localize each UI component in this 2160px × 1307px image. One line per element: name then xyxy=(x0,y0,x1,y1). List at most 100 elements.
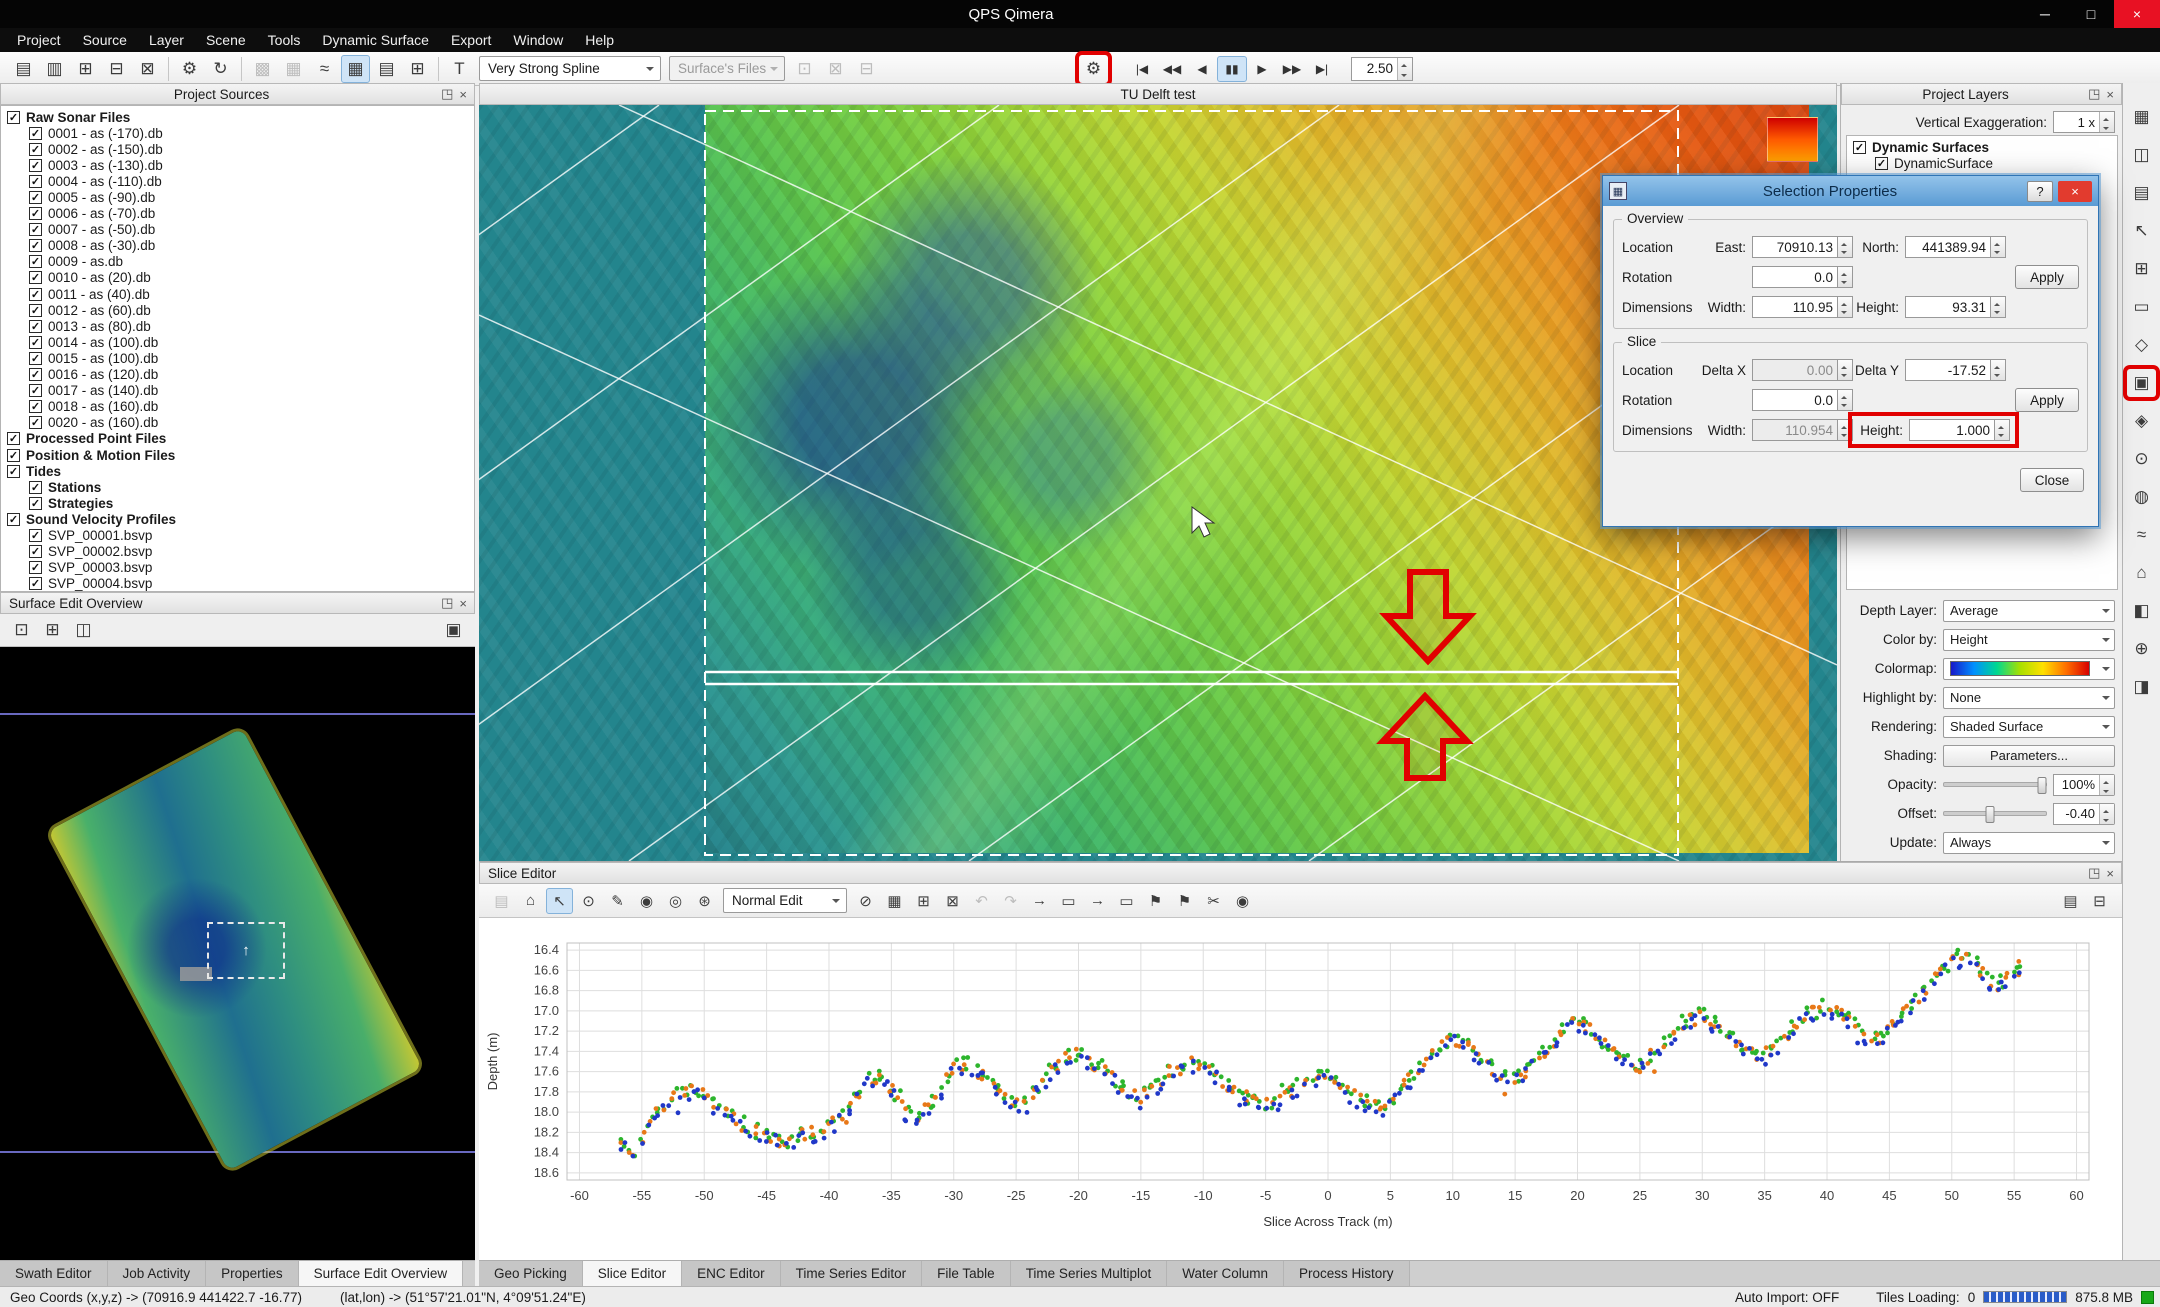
surface-edit-overview-viewport[interactable]: ↑ xyxy=(0,647,475,1260)
rectangle-select-icon[interactable]: ▭ xyxy=(2127,293,2156,321)
tree-item[interactable]: ✓SVP_00002.bsvp xyxy=(1,544,474,560)
grid-toggle-icon[interactable]: ⊞ xyxy=(38,616,67,644)
tree-item[interactable]: ✓0006 - as (-70).db xyxy=(1,206,474,222)
pick-area-icon[interactable]: ◎ xyxy=(662,888,689,914)
checkbox[interactable]: ✓ xyxy=(29,271,42,284)
shift-box-b-icon[interactable]: ▭ xyxy=(1113,888,1140,914)
tab-job-activity[interactable]: Job Activity xyxy=(108,1261,207,1286)
checkbox[interactable]: ✓ xyxy=(29,352,42,365)
parameters-button[interactable]: Parameters... xyxy=(1943,745,2115,767)
close-panel-icon[interactable]: × xyxy=(2103,87,2117,102)
spinner-arrows-icon[interactable] xyxy=(1838,236,1853,258)
checkbox[interactable]: ✓ xyxy=(7,449,20,462)
close-button[interactable]: × xyxy=(2114,0,2160,28)
slider-groove[interactable] xyxy=(1943,811,2047,816)
tree-item[interactable]: ✓0014 - as (100).db xyxy=(1,334,474,350)
slice-profile-chart[interactable]: -60-55-50-45-40-35-30-25-20-15-10-505101… xyxy=(479,918,2122,1261)
add-processed-icon[interactable]: ⊟ xyxy=(102,55,131,83)
selection-rectangle[interactable] xyxy=(705,111,1678,855)
float-panel-icon[interactable]: ◳ xyxy=(438,86,456,102)
checkbox[interactable]: ✓ xyxy=(29,384,42,397)
menu-scene[interactable]: Scene xyxy=(195,28,257,52)
update-dynamic-surface-tool-icon[interactable]: ⚙ xyxy=(1079,55,1108,83)
dialog-close-footer-button[interactable]: Close xyxy=(2020,468,2084,492)
import-data-icon[interactable]: ⊠ xyxy=(133,55,162,83)
east-field[interactable]: 70910.13 xyxy=(1752,236,1838,258)
checkbox[interactable]: ✓ xyxy=(29,223,42,236)
colormap-select[interactable] xyxy=(1943,658,2115,680)
reject-grid-icon[interactable]: ▦ xyxy=(881,888,908,914)
tree-item[interactable]: ✓0001 - as (-170).db xyxy=(1,125,474,141)
point-info-icon[interactable]: ⊙ xyxy=(2127,445,2156,473)
checkbox[interactable]: ✓ xyxy=(29,175,42,188)
add-tool-icon[interactable]: ⊕ xyxy=(2127,635,2156,663)
play-icon[interactable]: ▶ xyxy=(1247,56,1277,82)
annotation-tool-icon[interactable]: T xyxy=(445,55,474,83)
checkbox[interactable]: ✓ xyxy=(29,336,42,349)
tree-item[interactable]: ✓0020 - as (160).db xyxy=(1,415,474,431)
tab-time-series-editor[interactable]: Time Series Editor xyxy=(781,1261,923,1286)
fast-forward-icon[interactable]: ▶▶ xyxy=(1277,56,1307,82)
patch-tool-icon[interactable]: ◈ xyxy=(2127,407,2156,435)
spinner-arrows-icon[interactable] xyxy=(1838,296,1853,318)
tab-file-table[interactable]: File Table xyxy=(922,1261,1011,1286)
spinner-arrows-icon[interactable] xyxy=(1838,389,1853,411)
checkbox[interactable]: ✓ xyxy=(29,143,42,156)
help-button[interactable]: ? xyxy=(2027,181,2053,202)
tab-process-history[interactable]: Process History xyxy=(1284,1261,1410,1286)
menu-project[interactable]: Project xyxy=(6,28,72,52)
tree-item[interactable]: ✓DynamicSurface xyxy=(1847,155,2117,171)
tree-item[interactable]: ✓0015 - as (100).db xyxy=(1,350,474,366)
checkbox[interactable]: ✓ xyxy=(29,529,42,542)
tab-properties[interactable]: Properties xyxy=(206,1261,299,1286)
processing-settings-icon[interactable]: ⚙ xyxy=(175,55,204,83)
tab-enc-editor[interactable]: ENC Editor xyxy=(682,1261,781,1286)
edit-mode-select[interactable]: Normal Edit xyxy=(723,888,847,913)
select-mode-icon[interactable]: ↖ xyxy=(2127,217,2156,245)
north-field[interactable]: 441389.94 xyxy=(1905,236,1991,258)
dialog-titlebar[interactable]: ▦ Selection Properties ? × xyxy=(1603,176,2098,206)
surface-manager-icon[interactable]: ▤ xyxy=(372,55,401,83)
select-cursor-icon[interactable]: ↖ xyxy=(546,888,573,914)
pause-icon[interactable]: ▮▮ xyxy=(1217,56,1247,82)
checkbox[interactable]: ✓ xyxy=(29,416,42,429)
dialog-close-button[interactable]: × xyxy=(2058,181,2092,202)
tree-item[interactable]: ✓Dynamic Surfaces xyxy=(1847,139,2117,155)
float-panel-icon[interactable]: ◳ xyxy=(2085,86,2103,102)
settings-panel-icon[interactable]: ▣ xyxy=(439,616,468,644)
minimize-button[interactable]: ─ xyxy=(2022,0,2068,28)
tree-item[interactable]: ✓0012 - as (60).db xyxy=(1,302,474,318)
water-column-view-icon[interactable]: ≈ xyxy=(310,55,339,83)
float-panel-icon[interactable]: ◳ xyxy=(438,595,456,611)
tree-item[interactable]: ✓Processed Point Files xyxy=(1,431,474,447)
add-raw-sonar-icon[interactable]: ⊞ xyxy=(71,55,100,83)
spinner-arrows-icon[interactable] xyxy=(2099,112,2114,132)
spinner-arrows-icon[interactable] xyxy=(2099,804,2114,824)
checkbox[interactable]: ✓ xyxy=(29,497,42,510)
maximize-button[interactable]: □ xyxy=(2068,0,2114,28)
tree-item[interactable]: ✓0013 - as (80).db xyxy=(1,318,474,334)
tree-item[interactable]: ✓0010 - as (20).db xyxy=(1,270,474,286)
slider-handle[interactable] xyxy=(2037,777,2046,794)
slider-value-spinner[interactable]: 100% xyxy=(2053,774,2115,796)
reset-view-icon[interactable]: ⌂ xyxy=(517,888,544,914)
spinner-arrows-icon[interactable] xyxy=(1991,359,2006,381)
checkbox[interactable]: ✓ xyxy=(29,481,42,494)
tab-swath-editor[interactable]: Swath Editor xyxy=(0,1261,108,1286)
slice-height-field[interactable]: 1.000 xyxy=(1909,419,1995,441)
accept-grid-icon[interactable]: ⊞ xyxy=(910,888,937,914)
menu-export[interactable]: Export xyxy=(440,28,502,52)
go-last-icon[interactable]: ▶| xyxy=(1307,56,1337,82)
crop-points-icon[interactable]: ✂ xyxy=(1200,888,1227,914)
checkbox[interactable]: ✓ xyxy=(29,561,42,574)
spinner-arrows-icon[interactable] xyxy=(1991,296,2006,318)
reprocess-icon[interactable]: ↻ xyxy=(206,55,235,83)
pick-single-icon[interactable]: ◉ xyxy=(633,888,660,914)
reject-points-icon[interactable]: ⊘ xyxy=(852,888,879,914)
checkbox[interactable]: ✓ xyxy=(29,368,42,381)
water-tool-icon[interactable]: ≈ xyxy=(2127,521,2156,549)
tree-item[interactable]: ✓Raw Sonar Files xyxy=(1,109,474,125)
grid-view-icon[interactable]: ▦ xyxy=(2127,103,2156,131)
height-field[interactable]: 93.31 xyxy=(1905,296,1991,318)
tree-item[interactable]: ✓Position & Motion Files xyxy=(1,447,474,463)
